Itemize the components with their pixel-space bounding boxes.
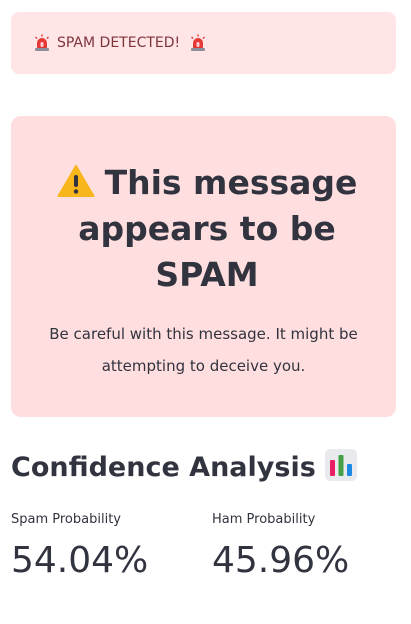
metric-label: Spam Probability xyxy=(11,512,121,527)
police-siren-icon xyxy=(191,34,206,51)
police-siren-icon xyxy=(35,34,49,51)
bar-chart-icon xyxy=(324,449,357,481)
page: SPAM DETECTED! This message appears to b… xyxy=(0,0,411,624)
result-subtext: Be careful with this message. It might b… xyxy=(49,325,358,375)
spam-result-card: This message appears to be SPAM Be caref… xyxy=(11,116,396,417)
result-headline: This message appears to be SPAM xyxy=(47,160,367,298)
alert-text: SPAM DETECTED! xyxy=(57,35,181,51)
metric-value: 54.04% xyxy=(11,540,149,581)
ham-probability-metric: Ham Probability 45.96% xyxy=(212,508,349,590)
section-title-text: Confidence Analysis xyxy=(11,452,316,483)
metric-label: Ham Probability xyxy=(212,512,316,527)
confidence-analysis-heading: Confidence Analysis xyxy=(11,446,358,490)
spam-probability-metric: Spam Probability 54.04% xyxy=(11,508,148,590)
warning-icon xyxy=(57,165,95,197)
metric-value: 45.96% xyxy=(212,540,350,581)
spam-alert-banner: SPAM DETECTED! xyxy=(11,12,396,74)
result-headline-text: This message appears to be SPAM xyxy=(78,163,358,294)
